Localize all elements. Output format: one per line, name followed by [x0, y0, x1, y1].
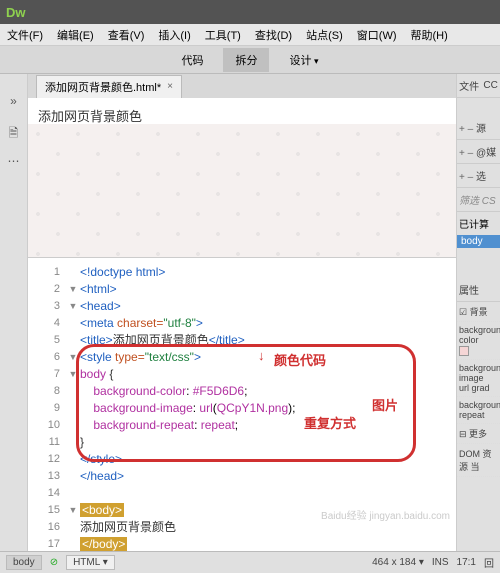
code-line[interactable]: 17</body>: [28, 536, 456, 551]
menu-tools[interactable]: 工具(T): [198, 27, 248, 43]
code-line[interactable]: 15▼<body>: [28, 502, 456, 519]
menu-help[interactable]: 帮助(H): [404, 27, 455, 43]
close-icon[interactable]: ×: [167, 81, 173, 92]
insert-mode[interactable]: INS: [432, 557, 449, 568]
view-split[interactable]: 拆分: [223, 48, 269, 72]
code-line[interactable]: 16添加网页背景颜色: [28, 519, 456, 536]
status-ok-icon: ⊘: [50, 557, 58, 568]
tool-more-icon[interactable]: ⋯: [6, 154, 22, 170]
prop-bgrepeat[interactable]: background-repeat: [457, 397, 500, 424]
viewport-dims: 464 x 184 ▾: [372, 557, 424, 568]
prop-bgimage[interactable]: background-imageurl grad: [457, 360, 500, 397]
computed-label: 已计算: [457, 212, 500, 235]
code-line[interactable]: 2▼<html>: [28, 281, 456, 298]
menubar: 文件(F) 编辑(E) 查看(V) 插入(I) 工具(T) 查找(D) 站点(S…: [0, 24, 500, 46]
tool-file-icon[interactable]: 🗎: [6, 124, 22, 140]
section-media[interactable]: + – @媒: [457, 140, 500, 164]
view-code[interactable]: 代码: [169, 48, 215, 72]
menu-file[interactable]: 文件(F): [0, 27, 50, 43]
view-design[interactable]: 设计: [277, 48, 330, 72]
cursor-pos: 17:1: [457, 557, 476, 568]
code-line[interactable]: 3▼<head>: [28, 298, 456, 315]
tab-cc[interactable]: CC: [483, 80, 497, 91]
code-line[interactable]: 11}: [28, 434, 456, 451]
code-line[interactable]: 9 background-image: url(QCpY1N.png);: [28, 400, 456, 417]
filter-hint: 筛选 CS: [457, 188, 500, 212]
code-line[interactable]: 12</style>: [28, 451, 456, 468]
menu-site[interactable]: 站点(S): [299, 27, 350, 43]
properties-header: 属性: [457, 278, 500, 302]
left-toolbar: » 🗎 ⋯: [0, 74, 28, 551]
section-sources[interactable]: + – 源: [457, 116, 500, 140]
selector-body[interactable]: body: [457, 235, 500, 248]
prop-bg-group: ☑ 背景: [457, 302, 500, 322]
titlebar: Dw: [0, 0, 500, 24]
right-tabs: 文件 CC: [457, 74, 500, 98]
lang-selector[interactable]: HTML ▾: [66, 555, 115, 570]
tool-collapse-icon[interactable]: »: [6, 94, 22, 110]
menu-insert[interactable]: 插入(I): [151, 27, 197, 43]
bottom-tabs[interactable]: DOM 资源 当: [457, 444, 500, 477]
right-panel: 文件 CC + – 源 + – @媒 + – 选 筛选 CS 已计算 body …: [456, 74, 500, 551]
document-tabs: 添加网页背景颜色.html* ×: [28, 74, 456, 98]
code-line[interactable]: 13</head>: [28, 468, 456, 485]
code-editor[interactable]: ↓ 颜色代码 图片 重复方式 Baidu经验 jingyan.baidu.com…: [28, 258, 456, 551]
breadcrumb-body[interactable]: body: [6, 555, 42, 570]
code-line[interactable]: 7▼body {: [28, 366, 456, 383]
preview-background: [28, 124, 456, 257]
code-line[interactable]: 6▼<style type="text/css">: [28, 349, 456, 366]
menu-edit[interactable]: 编辑(E): [50, 27, 101, 43]
tab-files[interactable]: 文件: [459, 78, 479, 93]
menu-view[interactable]: 查看(V): [101, 27, 152, 43]
code-line[interactable]: 8 background-color: #F5D6D6;: [28, 383, 456, 400]
encoding[interactable]: 回: [484, 555, 494, 570]
tab-title: 添加网页背景颜色.html*: [45, 79, 161, 95]
section-selectors[interactable]: + – 选: [457, 164, 500, 188]
prop-bgcolor[interactable]: background-color: [457, 322, 500, 360]
code-line[interactable]: 4<meta charset="utf-8">: [28, 315, 456, 332]
status-bar: body ⊘ HTML ▾ 464 x 184 ▾ INS 17:1 回: [0, 551, 500, 573]
view-toolbar: 代码 拆分 设计: [0, 46, 500, 74]
code-line[interactable]: 14: [28, 485, 456, 502]
code-line[interactable]: 1<!doctype html>: [28, 264, 456, 281]
code-line[interactable]: 5<title>添加网页背景颜色</title>: [28, 332, 456, 349]
menu-window[interactable]: 窗口(W): [350, 27, 404, 43]
app-logo: Dw: [6, 5, 26, 20]
document-tab[interactable]: 添加网页背景颜色.html* ×: [36, 75, 182, 98]
more-link[interactable]: ⊟ 更多: [457, 424, 500, 444]
menu-find[interactable]: 查找(D): [248, 27, 299, 43]
code-line[interactable]: 10 background-repeat: repeat;: [28, 417, 456, 434]
preview-title: 添加网页背景颜色: [38, 106, 142, 125]
live-preview: 添加网页背景颜色: [28, 98, 456, 258]
